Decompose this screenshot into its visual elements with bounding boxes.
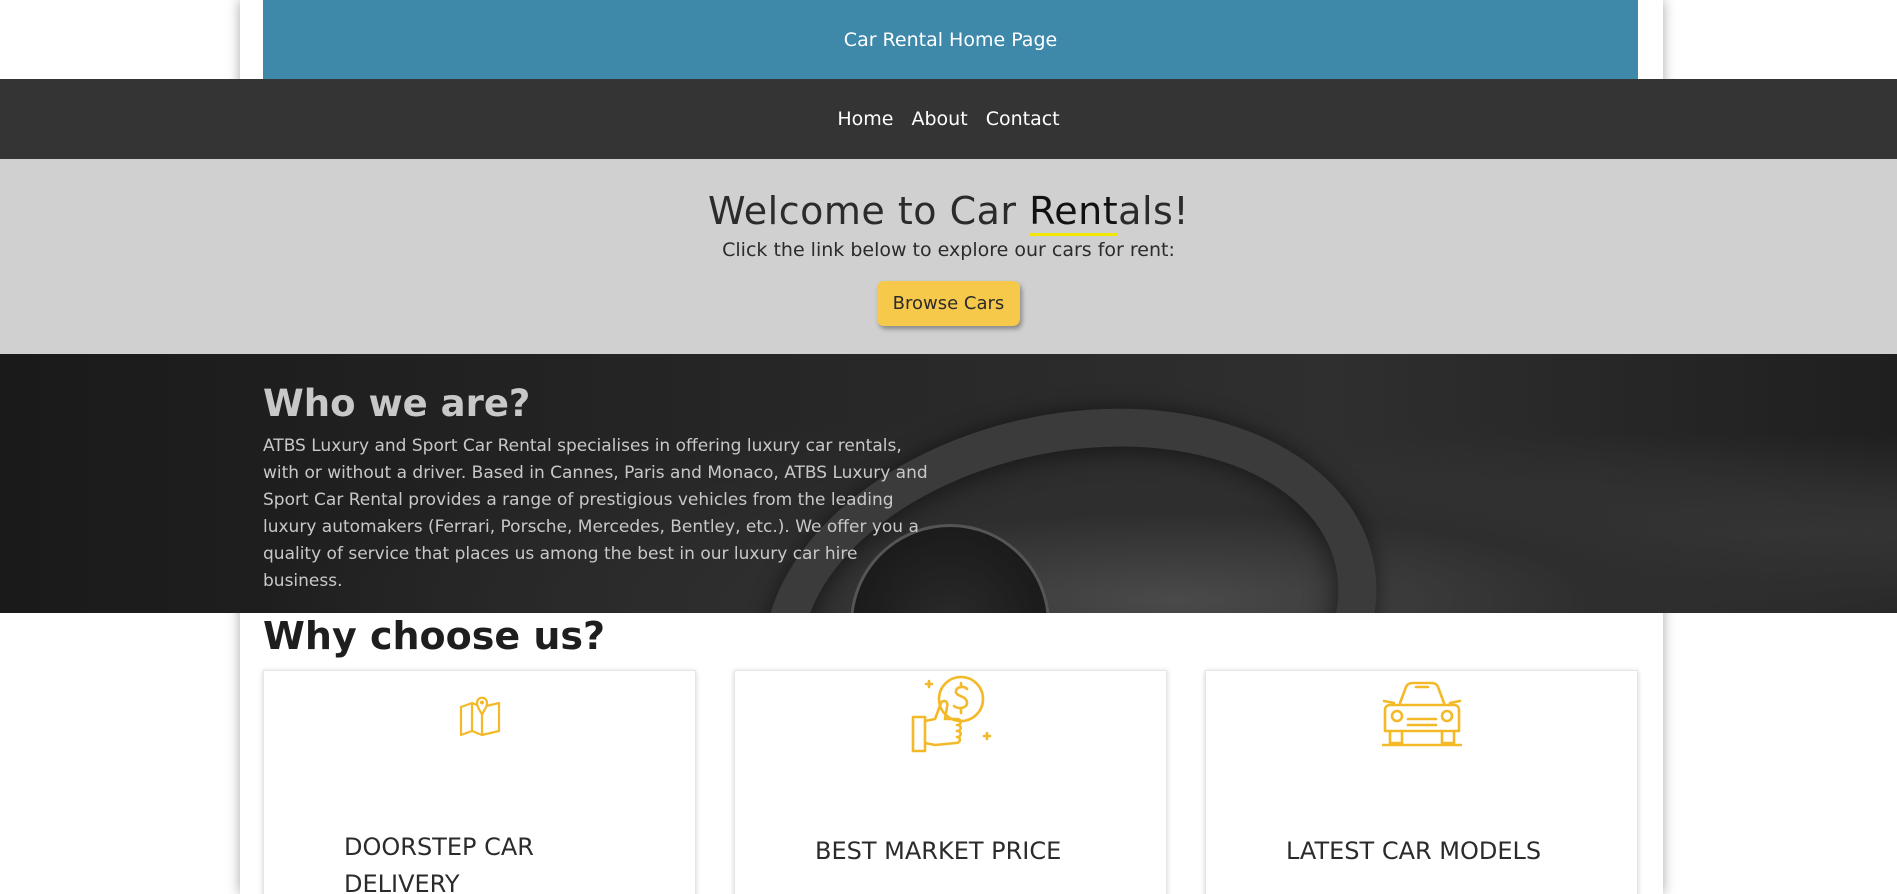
page-title-bar: Car Rental Home Page: [263, 0, 1638, 79]
about-section: Who we are? ATBS Luxury and Sport Car Re…: [0, 354, 1897, 613]
feature-card-title: LATEST CAR MODELS: [1286, 837, 1542, 865]
thumbs-up-dollar-icon: [909, 673, 993, 761]
welcome-heading-post: als!: [1118, 189, 1190, 233]
feature-card-doorstep-delivery: DOORSTEP CAR DELIVERY: [263, 670, 696, 894]
main-nav: Home About Contact: [0, 79, 1897, 159]
feature-card-title-line1: DOORSTEP CAR: [344, 833, 534, 861]
welcome-heading-highlight: Rent: [1029, 189, 1119, 236]
feature-card-title: BEST MARKET PRICE: [815, 837, 1062, 865]
car-front-icon: [1381, 679, 1462, 753]
about-content: Who we are? ATBS Luxury and Sport Car Re…: [263, 382, 933, 595]
feature-card-title-line2: DELIVERY: [344, 870, 460, 894]
feature-card-latest-models: LATEST CAR MODELS: [1205, 670, 1638, 894]
browse-cars-button[interactable]: Browse Cars: [876, 281, 1021, 326]
about-body: ATBS Luxury and Sport Car Rental special…: [263, 436, 928, 591]
nav-link-home[interactable]: Home: [837, 108, 893, 130]
welcome-heading-pre: Welcome to Car: [707, 189, 1030, 233]
about-heading: Who we are?: [263, 382, 531, 425]
welcome-subtitle: Click the link below to explore our cars…: [722, 239, 1175, 261]
why-choose-us-heading: Why choose us?: [263, 614, 606, 658]
nav-link-about[interactable]: About: [912, 108, 968, 130]
feature-card-best-price: BEST MARKET PRICE: [734, 670, 1167, 894]
feature-card-title: DOORSTEP CAR DELIVERY: [344, 829, 534, 894]
welcome-section: Welcome to Car Rentals! Click the link b…: [0, 159, 1897, 354]
nav-link-contact[interactable]: Contact: [986, 108, 1060, 130]
welcome-heading: Welcome to Car Rentals!: [0, 189, 1897, 236]
map-pin-icon: [458, 693, 502, 741]
page-title: Car Rental Home Page: [843, 28, 1058, 51]
